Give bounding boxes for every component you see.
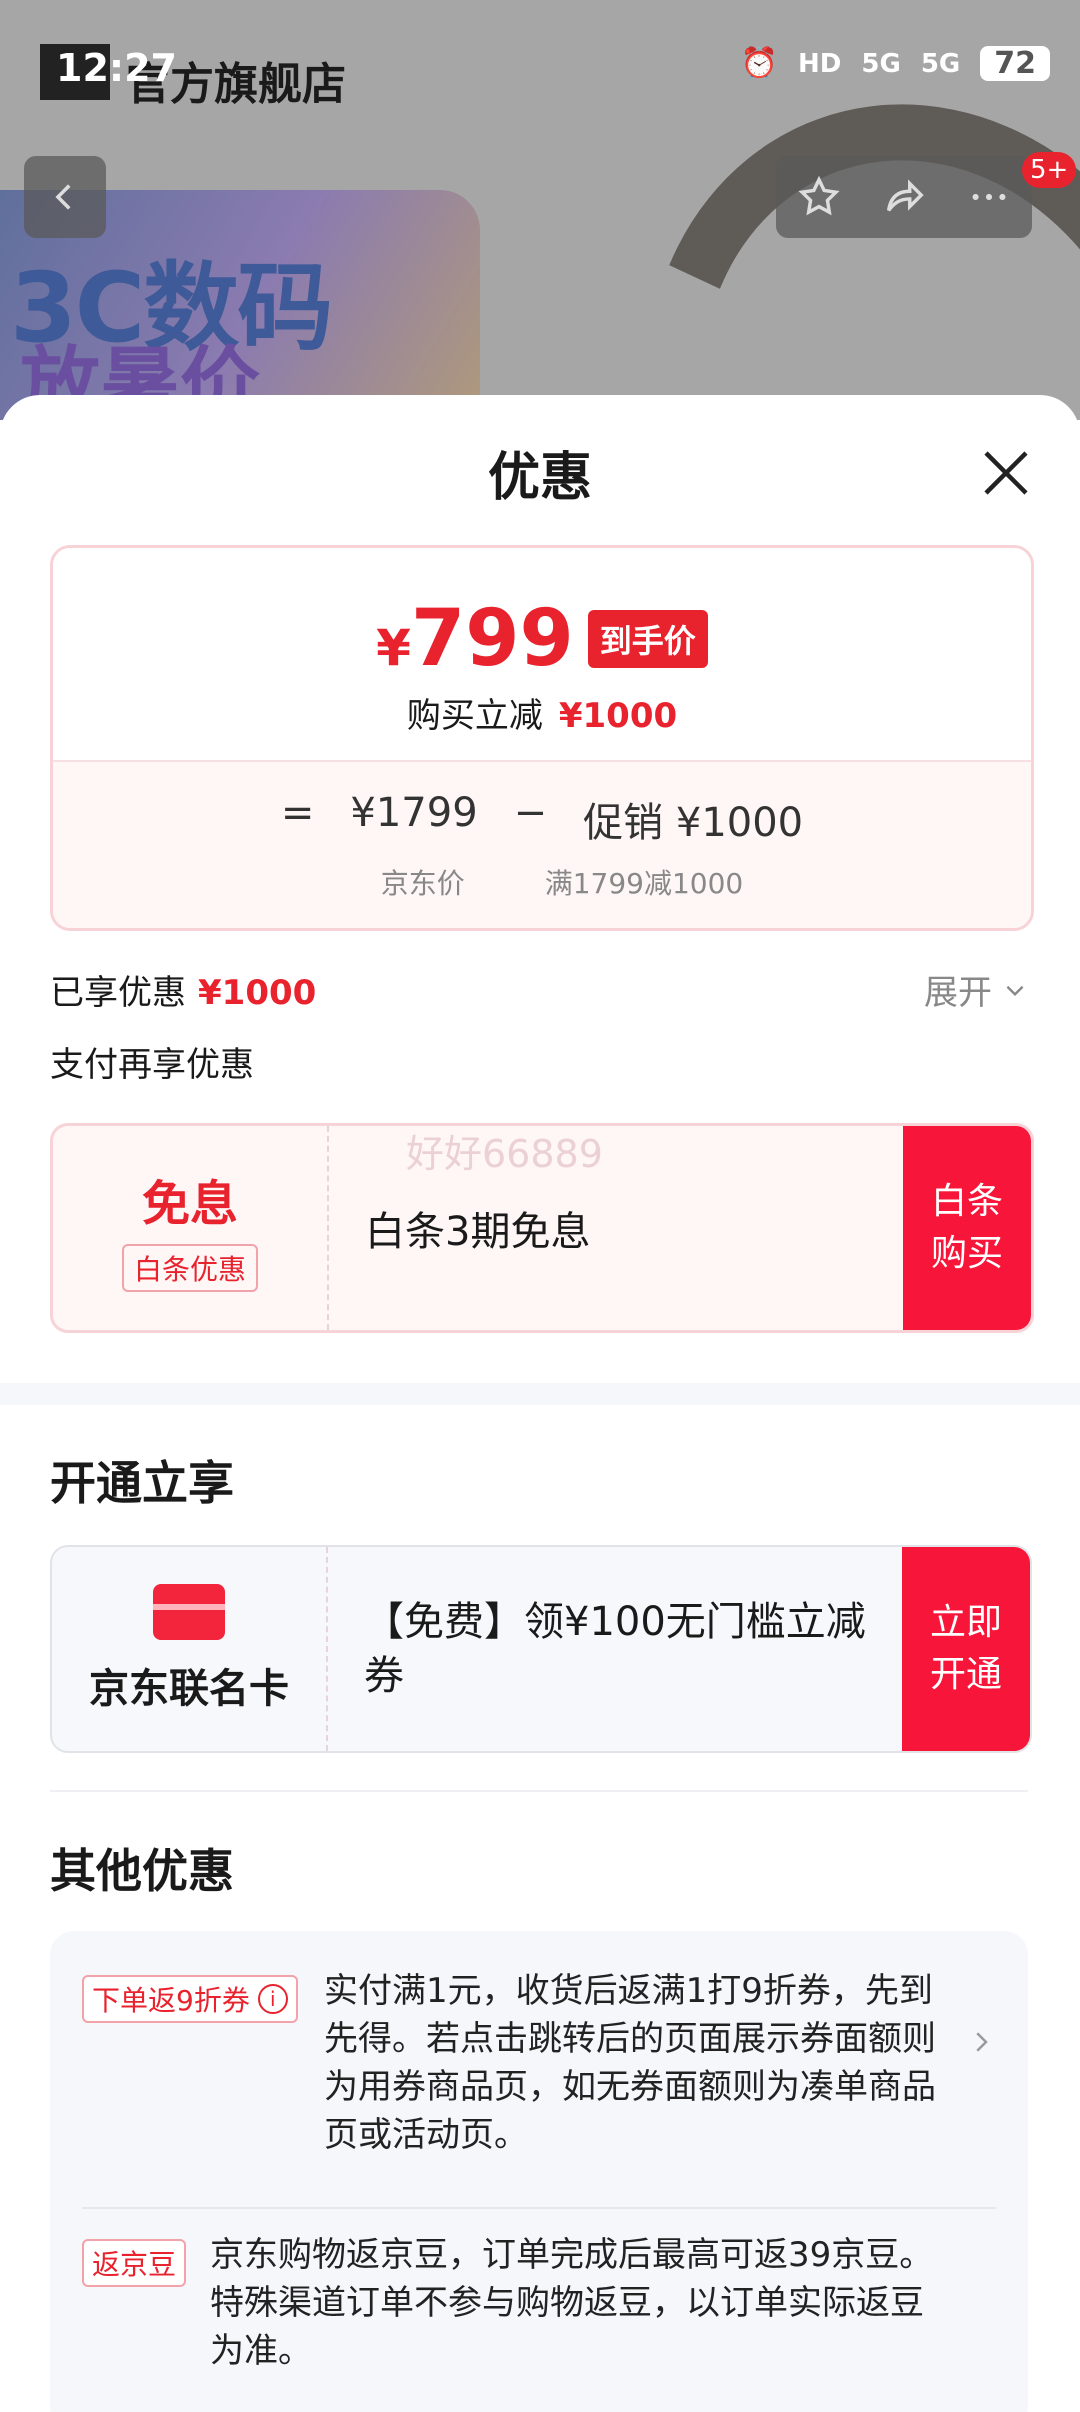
promo-rule: 满1799减1000 bbox=[544, 867, 744, 900]
cobrand-card-name: 京东联名卡 bbox=[89, 1666, 289, 1712]
offer-tag: 下单返9折券 i bbox=[82, 1975, 298, 2023]
alarm-icon: ⏰ bbox=[740, 46, 779, 81]
promo-reduction: 促销 ¥1000 bbox=[583, 800, 804, 846]
baitiao-buy-button[interactable]: 白条 购买 bbox=[903, 1126, 1031, 1330]
cobrand-card-offer: 京东联名卡 【免费】领¥100无门槛立减券 立即 开通 bbox=[50, 1545, 1032, 1753]
final-price-area: ¥799 到手价 购买立减 ¥1000 bbox=[53, 548, 1031, 760]
close-icon bbox=[984, 451, 1028, 495]
minus-sign: − bbox=[513, 790, 548, 836]
baitiao-title: 免息 bbox=[141, 1176, 238, 1232]
signal-icon-2: 5G bbox=[920, 48, 961, 79]
list-item-rebate-coupon[interactable]: 下单返9折券 i 实付满1元，收货后返满1打9折券，先到先得。若点击跳转后的页面… bbox=[82, 1967, 996, 2157]
sheet-title: 优惠 bbox=[487, 448, 592, 508]
offer-text: 实付满1元，收货后返满1打9折券，先到先得。若点击跳转后的页面展示券面额则为用券… bbox=[324, 1971, 936, 2155]
price-breakdown-card: ¥799 到手价 购买立减 ¥1000 = ¥1799 − 促销 ¥1000 京东… bbox=[50, 545, 1034, 931]
star-icon[interactable] bbox=[796, 174, 842, 220]
share-icon[interactable] bbox=[881, 174, 927, 220]
jd-price-label: 京东价 bbox=[380, 867, 465, 900]
price-formula: = ¥1799 − 促销 ¥1000 京东价 满1799减1000 bbox=[53, 760, 1031, 928]
open-now-button[interactable]: 立即 开通 bbox=[902, 1547, 1030, 1751]
back-button[interactable] bbox=[24, 156, 106, 238]
offer-tag: 返京豆 bbox=[82, 2239, 187, 2287]
divider-line bbox=[50, 1790, 1028, 1792]
baitiao-tag: 白条优惠 bbox=[121, 1244, 258, 1292]
pay-more-heading: 支付再享优惠 bbox=[50, 1045, 254, 1085]
chevron-right-icon bbox=[976, 2032, 988, 2052]
credit-card-icon bbox=[153, 1584, 225, 1640]
signal-icon-1: 5G bbox=[861, 48, 901, 79]
expand-button[interactable]: 展开 bbox=[924, 965, 1028, 1014]
other-offers-box: 下单返9折券 i 实付满1元，收货后返满1打9折券，先到先得。若点击跳转后的页面… bbox=[50, 1931, 1028, 2412]
section-divider bbox=[0, 1383, 1080, 1405]
chevron-left-icon bbox=[55, 184, 71, 210]
open-section-title: 开通立享 bbox=[50, 1456, 234, 1510]
message-badge: 5+ bbox=[1022, 152, 1077, 188]
more-icon[interactable] bbox=[966, 174, 1012, 220]
list-item-jd-beans: 返京豆 京东购物返京豆，订单完成后最高可返39京豆。特殊渠道订单不参与购物返豆，… bbox=[82, 2231, 996, 2412]
status-bar-icons: ⏰ HD 5G 5G 72 bbox=[741, 46, 1050, 81]
final-price: ¥799 bbox=[376, 594, 574, 684]
discount-sheet: 优惠 ¥799 到手价 购买立减 ¥1000 = ¥1799 − 促销 ¥1000… bbox=[0, 395, 1080, 2412]
battery-indicator: 72 bbox=[980, 46, 1050, 81]
top-right-actions bbox=[776, 156, 1032, 238]
final-price-tag: 到手价 bbox=[587, 610, 708, 668]
hd-indicator: HD bbox=[798, 48, 842, 79]
cobrand-card-desc: 【免费】领¥100无门槛立减券 bbox=[364, 1599, 866, 1699]
offer-text: 京东购物返京豆，订单完成后最高可返39京豆。特殊渠道订单不参与购物返豆，以订单实… bbox=[210, 2235, 934, 2371]
other-section-title: 其他优惠 bbox=[50, 1844, 234, 1898]
info-icon[interactable]: i bbox=[257, 1984, 288, 2014]
status-time: 12:27 bbox=[56, 46, 177, 90]
chevron-down-icon bbox=[1006, 985, 1024, 996]
watermark: 好好66889 bbox=[406, 1132, 603, 1176]
close-button[interactable] bbox=[976, 443, 1036, 503]
jd-price: ¥1799 bbox=[350, 790, 478, 836]
offer-divider bbox=[82, 2207, 996, 2209]
equals-sign: = bbox=[280, 790, 315, 836]
instant-reduction: 购买立减 ¥1000 bbox=[406, 696, 678, 736]
enjoyed-discount: 已享优惠 ¥1000 bbox=[50, 973, 317, 1013]
